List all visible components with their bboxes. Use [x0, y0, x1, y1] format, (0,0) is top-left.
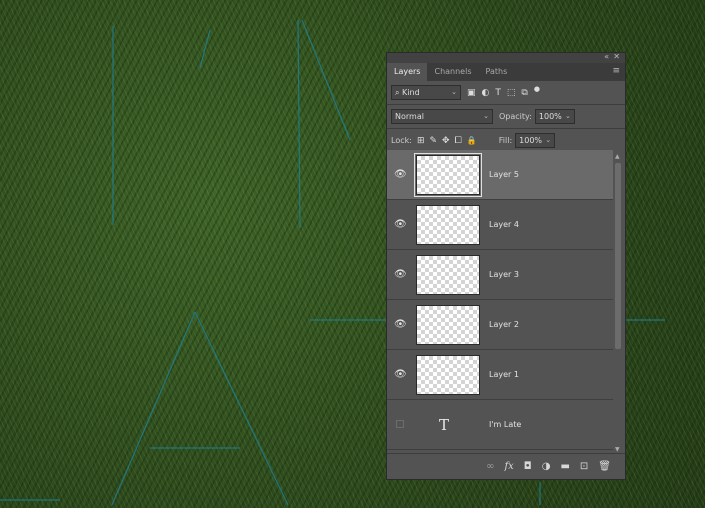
chevron-down-icon: ⌄ — [545, 136, 552, 144]
tab-paths[interactable]: Paths — [479, 63, 515, 81]
filter-toggle-icon[interactable]: ● — [534, 85, 540, 93]
new-group-icon[interactable]: ▬ — [560, 461, 569, 472]
scroll-down-icon[interactable]: ▼ — [615, 446, 620, 453]
blend-mode-select[interactable]: Normal ⌄ — [391, 109, 493, 124]
layer-row-layer-2[interactable]: 👁 Layer 2 — [387, 300, 613, 350]
eye-icon[interactable]: 👁 — [394, 169, 407, 180]
link-layers-icon[interactable]: ∞ — [486, 461, 494, 472]
new-layer-icon[interactable]: ⊡ — [580, 461, 588, 472]
smart-object-filter-icon[interactable]: ⧉ — [521, 88, 527, 98]
opacity-field[interactable]: 100% ⌄ — [534, 109, 575, 124]
layer-row-im-late[interactable]: T I'm Late — [387, 400, 613, 450]
fx-icon[interactable]: fx — [504, 461, 513, 472]
layer-name[interactable]: Layer 5 — [489, 170, 519, 179]
close-icon[interactable]: ✕ — [613, 52, 620, 61]
opacity-value: 100% — [538, 112, 562, 121]
scroll-up-icon[interactable]: ▲ — [615, 153, 620, 160]
adjustment-layer-icon[interactable]: ◑ — [542, 461, 551, 472]
layer-row-layer-4[interactable]: 👁 Layer 4 — [387, 200, 613, 250]
layers-scrollbar[interactable]: ▲ ▼ — [614, 153, 623, 453]
layer-row-layer-3[interactable]: 👁 Layer 3 — [387, 250, 613, 300]
blend-mode-value: Normal — [395, 112, 424, 121]
fill-field[interactable]: 100% ⌄ — [515, 133, 556, 148]
fill-value: 100% — [519, 136, 543, 145]
type-filter-icon[interactable]: T — [495, 88, 501, 98]
layer-name[interactable]: Layer 3 — [489, 270, 519, 279]
layer-name[interactable]: Layer 2 — [489, 320, 519, 329]
panel-title-strip: « ✕ — [387, 52, 625, 63]
eye-icon[interactable]: 👁 — [394, 319, 407, 330]
chevron-down-icon: ⌄ — [451, 88, 457, 96]
scrollbar-thumb[interactable] — [615, 163, 621, 349]
chevron-down-icon: ⌄ — [483, 112, 489, 120]
filter-row: ⌕ Kind ⌄ ▣ ◐ T ⬚ ⧉ ● — [387, 81, 625, 104]
panel-menu-icon[interactable]: ≡ — [612, 66, 620, 76]
lock-row: Lock: ⊞ ✎ ✥ ⧠ 🔒 Fill: 100% ⌄ — [387, 129, 625, 152]
layer-thumbnail[interactable] — [416, 255, 480, 295]
layer-name[interactable]: I'm Late — [489, 420, 521, 429]
search-icon: ⌕ — [395, 88, 400, 97]
lock-paint-icon[interactable]: ✎ — [429, 136, 437, 146]
text-layer-icon: T — [439, 416, 450, 434]
kind-label: Kind — [402, 88, 420, 97]
fill-label: Fill: — [498, 136, 513, 145]
layer-name[interactable]: Layer 4 — [489, 220, 519, 229]
lock-move-icon[interactable]: ✥ — [442, 136, 450, 146]
panel-footer: ∞ fx ◘ ◑ ▬ ⊡ 🗑 — [387, 453, 625, 479]
layers-panel: « ✕ Layers Channels Paths ≡ ⌕ Kind ⌄ ▣ ◐… — [386, 52, 626, 480]
lock-transparent-icon[interactable]: ⊞ — [417, 136, 425, 146]
eye-icon[interactable]: 👁 — [394, 269, 407, 280]
layer-thumbnail[interactable] — [416, 305, 480, 345]
panel-tabs: Layers Channels Paths ≡ — [387, 63, 625, 81]
layer-thumbnail[interactable] — [416, 355, 480, 395]
layers-list: 👁 Layer 5 👁 Layer 4 👁 Layer 3 👁 Layer 2 … — [387, 150, 613, 455]
delete-icon[interactable]: 🗑 — [598, 461, 611, 472]
adjustment-filter-icon[interactable]: ◐ — [482, 88, 490, 98]
lock-artboard-icon[interactable]: ⧠ — [455, 136, 462, 146]
tab-layers[interactable]: Layers — [387, 63, 428, 81]
visibility-toggle-off[interactable] — [396, 420, 404, 428]
layer-row-layer-5[interactable]: 👁 Layer 5 — [387, 150, 613, 200]
shape-filter-icon[interactable]: ⬚ — [507, 88, 516, 98]
opacity-label: Opacity: — [499, 112, 532, 121]
tab-channels[interactable]: Channels — [427, 63, 478, 81]
layer-name[interactable]: Layer 1 — [489, 370, 519, 379]
blend-row: Normal ⌄ Opacity: 100% ⌄ — [387, 105, 625, 128]
layer-row-layer-1[interactable]: 👁 Layer 1 — [387, 350, 613, 400]
lock-all-icon[interactable]: 🔒 — [467, 136, 477, 145]
layer-thumbnail[interactable] — [414, 153, 482, 197]
collapse-icon[interactable]: « — [604, 52, 609, 61]
eye-icon[interactable]: 👁 — [394, 219, 407, 230]
pixel-filter-icon[interactable]: ▣ — [467, 88, 476, 98]
add-mask-icon[interactable]: ◘ — [524, 461, 532, 472]
lock-label: Lock: — [391, 136, 412, 145]
layer-thumbnail[interactable] — [416, 205, 480, 245]
kind-filter-select[interactable]: ⌕ Kind ⌄ — [391, 85, 461, 100]
eye-icon[interactable]: 👁 — [394, 369, 407, 380]
chevron-down-icon: ⌄ — [565, 112, 571, 120]
